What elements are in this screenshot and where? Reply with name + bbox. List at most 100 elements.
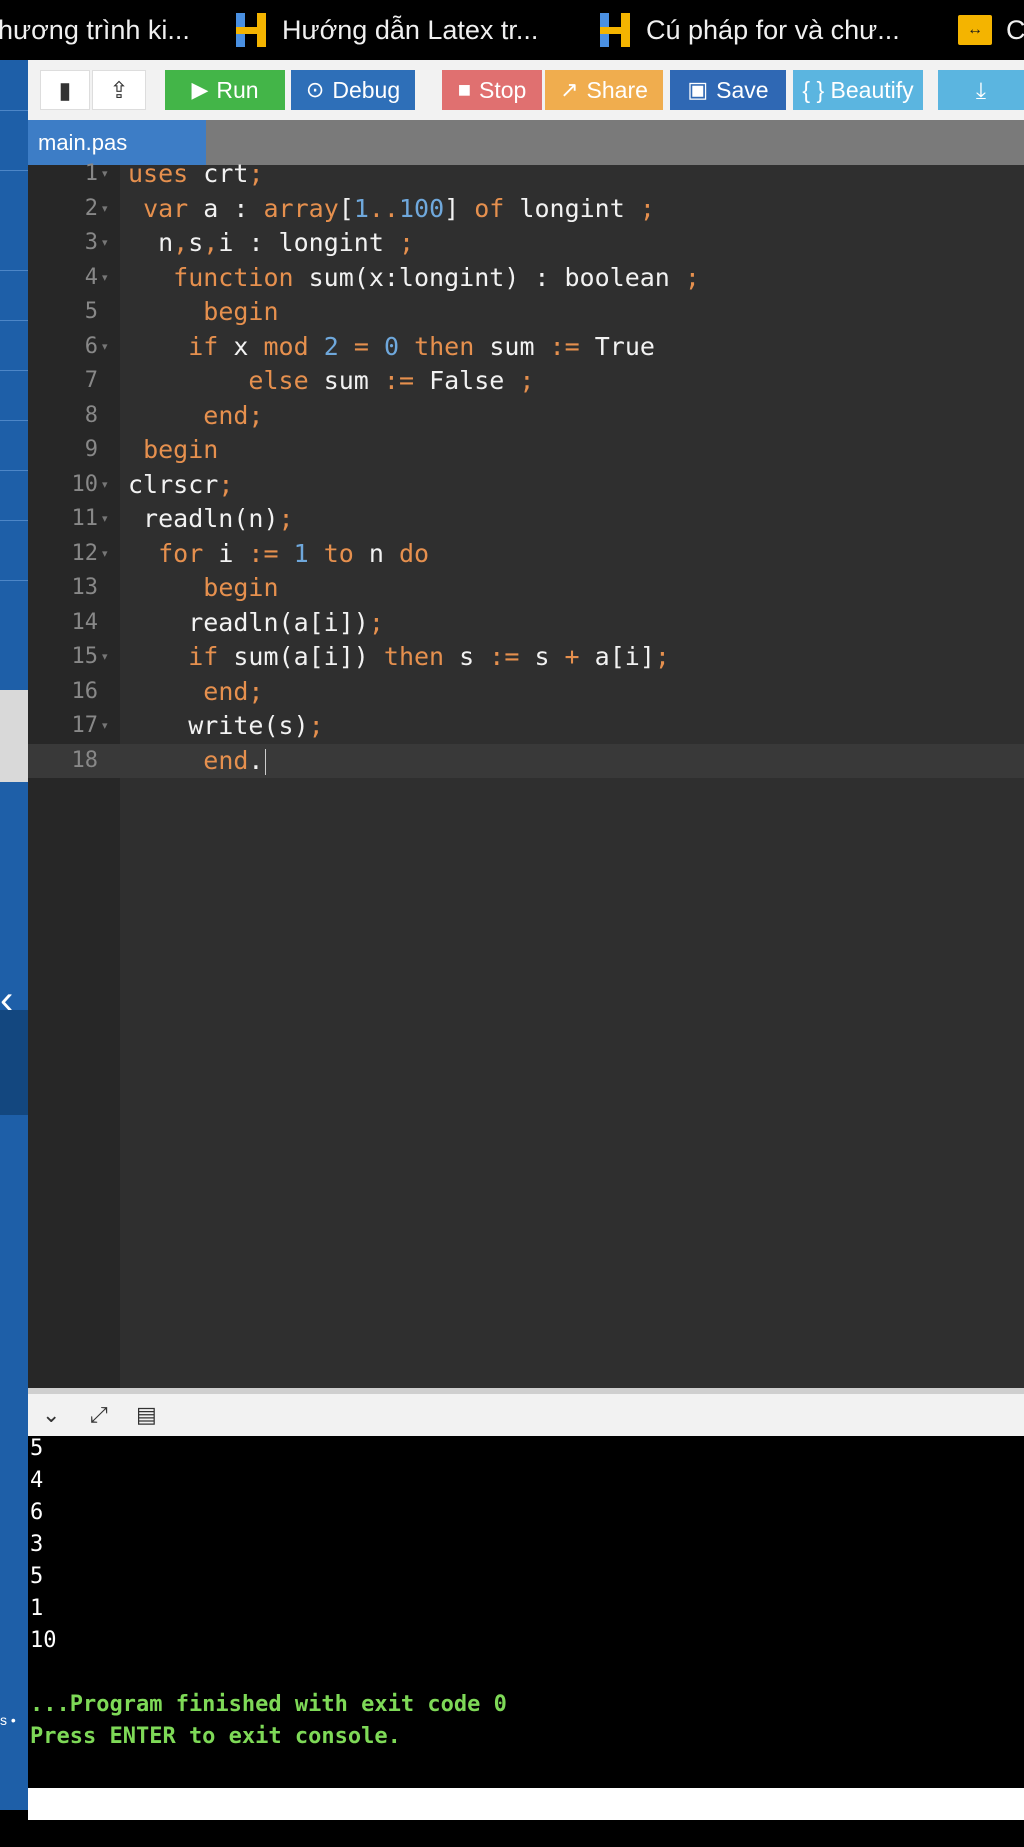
stop-label: Stop: [478, 76, 527, 103]
code-line[interactable]: 6 ▾ if x mod 2 = 0 then sum := True: [28, 330, 1024, 365]
fold-arrow-icon[interactable]: ▾: [102, 330, 108, 365]
console-line: 6: [30, 1500, 44, 1525]
fold-arrow-icon[interactable]: ▾: [102, 502, 108, 537]
debug-icon: ⊙: [305, 77, 325, 102]
line-number: 13: [71, 575, 99, 600]
debug-label: Debug: [332, 76, 401, 103]
collapse-sidebar-icon[interactable]: ‹: [0, 975, 28, 1025]
bookmark-label: C: [1006, 14, 1024, 45]
fold-arrow-icon[interactable]: ▾: [102, 709, 108, 744]
beautify-button[interactable]: { } Beautify: [793, 70, 923, 110]
debug-button[interactable]: ⊙ Debug: [291, 70, 415, 110]
code-line[interactable]: 10 ▾ clrscr;: [28, 468, 1024, 503]
code-text: var a : array[1..100] of longint ;: [143, 193, 655, 223]
code-line[interactable]: 15 ▾ if sum(a[i]) then s := s + a[i];: [28, 640, 1024, 675]
code-line[interactable]: 13 begin: [28, 571, 1024, 606]
text-cursor: [265, 748, 267, 775]
play-icon: ▶: [191, 77, 209, 102]
line-number: 8: [84, 402, 98, 428]
bookmark-item[interactable]: Cú pháp for và chư...: [600, 0, 900, 60]
code-text: begin: [203, 573, 279, 602]
code-line[interactable]: 1 ▾ uses crt;: [28, 157, 1024, 192]
console-line: 3: [30, 1532, 44, 1557]
fold-arrow-icon[interactable]: ▾: [102, 157, 108, 192]
line-number: 4: [84, 264, 98, 290]
fold-arrow-icon[interactable]: ▾: [102, 261, 108, 296]
upload-button[interactable]: ⇪: [92, 70, 146, 110]
share-button[interactable]: ↗ Share: [545, 70, 663, 110]
arrows-icon: ↔: [958, 15, 992, 45]
console-line: 5: [30, 1436, 44, 1461]
code-line[interactable]: 5 begin: [28, 295, 1024, 330]
save-icon: ▣: [687, 77, 709, 102]
fold-arrow-icon[interactable]: ▾: [102, 226, 108, 261]
code-text: if x mod 2 = 0 then sum := True: [188, 331, 655, 361]
console-line: 5: [30, 1564, 44, 1589]
code-text: if sum(a[i]) then s := s + a[i];: [188, 642, 670, 671]
code-text: begin: [203, 297, 279, 326]
save-label: Save: [716, 76, 769, 103]
code-line[interactable]: 16 end;: [28, 675, 1024, 710]
code-text: end;: [203, 676, 264, 706]
code-line[interactable]: 12 ▾ for i := 1 to n do: [28, 537, 1024, 572]
fold-arrow-icon[interactable]: ▾: [102, 192, 108, 227]
console-line: 4: [30, 1468, 44, 1493]
left-dots: s •: [0, 1712, 16, 1728]
bookmark-item[interactable]: Hướng dẫn Latex tr...: [236, 0, 538, 60]
code-text: begin: [143, 435, 219, 464]
console-output[interactable]: 5 4 6 3 5 1 10 ...Program finished with …: [28, 1436, 1024, 1788]
share-label: Share: [586, 76, 648, 103]
bookmark-item[interactable]: hương trình ki...: [0, 0, 190, 60]
code-text: end;: [203, 400, 264, 430]
code-text: readln(n);: [128, 504, 294, 533]
bookmark-label: Hướng dẫn Latex tr...: [282, 14, 539, 45]
code-editor[interactable]: 1 ▾ uses crt; 2 ▾ var a : array[1..100] of l…: [28, 159, 1024, 1388]
code-line[interactable]: 9 begin: [28, 433, 1024, 468]
bookmark-label: hương trình ki...: [0, 14, 190, 45]
fold-arrow-icon[interactable]: ▾: [102, 537, 108, 572]
press-enter-message: Press ENTER to exit console.: [30, 1724, 401, 1749]
code-line[interactable]: 11 ▾ readln(n);: [28, 502, 1024, 537]
console-input-area: [28, 1788, 1024, 1820]
line-number: 15: [71, 644, 99, 669]
line-number: 3: [84, 230, 98, 255]
code-line[interactable]: 14 readln(a[i]);: [28, 606, 1024, 641]
code-text: function sum(x:longint) : boolean ;: [173, 262, 700, 292]
console-line: 10: [30, 1628, 57, 1653]
line-number: 7: [84, 368, 98, 393]
line-number: 11: [71, 506, 99, 531]
new-file-button[interactable]: ▮: [40, 70, 90, 110]
bookmarks-bar: hương trình ki... Hướng dẫn Latex tr... …: [0, 0, 1024, 60]
run-label: Run: [216, 76, 259, 103]
h-logo-icon: [600, 13, 630, 47]
download-button[interactable]: ⤓: [938, 70, 1024, 110]
line-number: 9: [84, 437, 98, 462]
line-number: 10: [71, 471, 99, 497]
fold-arrow-icon[interactable]: ▾: [102, 640, 108, 675]
line-number: 16: [71, 678, 99, 704]
code-line[interactable]: 2 ▾ var a : array[1..100] of longint ;: [28, 192, 1024, 227]
clipboard-icon[interactable]: ▤: [136, 1402, 157, 1428]
run-button[interactable]: ▶ Run: [165, 70, 285, 110]
code-line[interactable]: 3 ▾ n,s,i : longint ;: [28, 226, 1024, 261]
download-icon: ⤓: [975, 76, 987, 103]
save-button[interactable]: ▣ Save: [670, 70, 786, 110]
expand-icon[interactable]: ⤢: [90, 1402, 108, 1428]
code-line[interactable]: 8 end;: [28, 399, 1024, 434]
chevron-down-icon[interactable]: ⌄: [42, 1402, 60, 1428]
bottom-bar: [0, 1820, 1024, 1847]
code-text: for i := 1 to n do: [158, 538, 430, 568]
code-line[interactable]: 4 ▾ function sum(x:longint) : boolean ;: [28, 261, 1024, 296]
bookmark-item[interactable]: ↔ C: [958, 0, 1024, 60]
stop-button[interactable]: ■ Stop: [442, 70, 542, 110]
console-toolbar: ⌄ ⤢ ▤: [28, 1388, 1024, 1436]
fold-arrow-icon[interactable]: ▾: [102, 468, 108, 503]
beautify-label: { } Beautify: [802, 76, 914, 103]
line-number: 18: [71, 747, 99, 773]
code-text: n,s,i : longint ;: [128, 228, 415, 257]
code-line[interactable]: 18 end.: [28, 743, 1024, 778]
code-line[interactable]: 17 ▾ write(s);: [28, 709, 1024, 744]
code-text: else sum := False ;: [248, 366, 535, 395]
code-line[interactable]: 7 else sum := False ;: [28, 364, 1024, 399]
console-line: 1: [30, 1596, 44, 1621]
